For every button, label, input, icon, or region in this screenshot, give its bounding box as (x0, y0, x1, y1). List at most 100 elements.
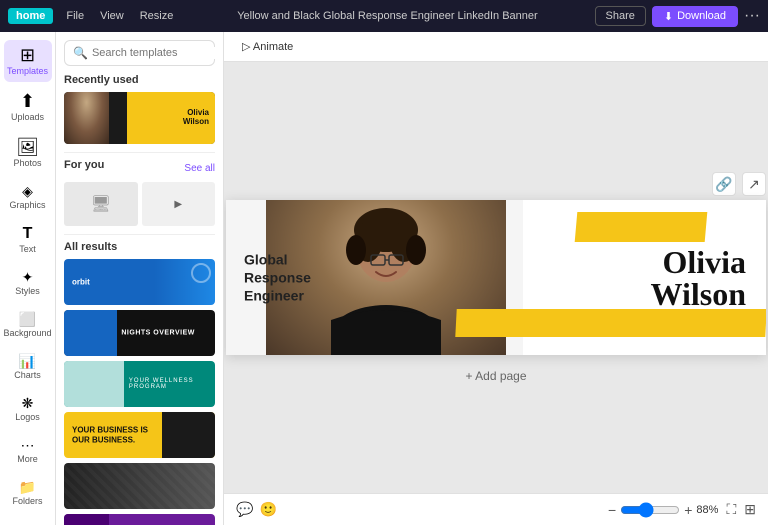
bottom-bar: 💬 🙂 − + 88% ⛶ ⊞ (224, 493, 768, 525)
canvas-wrapper: 🔗 ↗ (224, 62, 768, 525)
canvas-actions: 🔗 ↗ (712, 172, 766, 196)
sidebar-label-background: Background (3, 328, 51, 338)
banner-background: Global Response Engineer Olivia Wilson (226, 200, 766, 355)
graphics-icon: ◈ (22, 184, 33, 198)
text-icon: T (23, 226, 33, 242)
name-line2: Wilson (651, 278, 746, 310)
recently-used-thumb[interactable]: Olivia Wilson (64, 92, 215, 144)
template-item-2[interactable]: NIGHTS OVERVIEW (64, 310, 215, 356)
banner-yellow-top (575, 212, 708, 242)
for-you-section: For you See all 🖥 ▶ (64, 159, 215, 226)
sidebar-label-folders: Folders (12, 496, 42, 506)
uploads-icon: ⬆ (20, 92, 35, 110)
grid-icon[interactable]: ⊞ (744, 501, 756, 518)
logos-icon: ❋ (22, 396, 34, 410)
template-item-4[interactable]: YOUR BUSINESS ISOUR BUSINESS. (64, 412, 215, 458)
brand-home[interactable]: home (8, 8, 53, 24)
canvas-external-button[interactable]: ↗ (742, 172, 766, 196)
all-results-title: All results (64, 241, 215, 253)
person-svg (296, 200, 476, 355)
more-icon: ⋯ (21, 438, 35, 452)
sidebar-label-photos: Photos (13, 158, 41, 168)
canvas-toolbar: ▷ Animate (224, 32, 768, 62)
top-bar: home File View Resize Yellow and Black G… (0, 0, 768, 32)
for-you-item-1[interactable]: 🖥 (64, 182, 138, 226)
banner-title: Global Response Engineer (244, 250, 311, 305)
sidebar-label-graphics: Graphics (9, 200, 45, 210)
fullscreen-icon[interactable]: ⛶ (726, 501, 736, 518)
add-page-button[interactable]: + Add page (453, 365, 538, 387)
sidebar-label-styles: Styles (15, 286, 40, 296)
sidebar-label-templates: Templates (7, 66, 48, 76)
sidebar-label-charts: Charts (14, 370, 41, 380)
menu-view[interactable]: View (93, 8, 131, 24)
sidebar: ⊞ Templates ⬆ Uploads 🖼 Photos ◈ Graphic… (0, 32, 56, 525)
sidebar-label-more: More (17, 454, 38, 464)
templates-panel: 🔍 ⊟ Recently used Olivia Wilson For y (56, 32, 224, 525)
more-button[interactable]: ··· (744, 7, 760, 25)
zoom-in-button[interactable]: + (684, 502, 692, 518)
animate-icon: ▷ (242, 41, 250, 53)
sidebar-item-templates[interactable]: ⊞ Templates (4, 40, 52, 82)
sidebar-item-logos[interactable]: ❋ Logos (4, 390, 52, 428)
charts-icon: 📊 (19, 354, 36, 368)
canvas-container: 🔗 ↗ (226, 200, 766, 355)
styles-icon: ✦ (22, 270, 34, 284)
sidebar-item-charts[interactable]: 📊 Charts (4, 348, 52, 386)
photos-icon: 🖼 (16, 138, 39, 156)
banner-name: Olivia Wilson (651, 246, 746, 310)
search-input[interactable] (92, 47, 224, 59)
document-title: Yellow and Black Global Response Enginee… (186, 10, 588, 22)
download-button[interactable]: ⬇ Download (652, 6, 738, 27)
recently-used-title: Recently used (64, 74, 215, 86)
top-menu: File View Resize (59, 8, 180, 24)
recently-used-section: Recently used Olivia Wilson (64, 74, 215, 144)
emoji-icon[interactable]: 🙂 (259, 501, 276, 518)
linkedin-banner[interactable]: Global Response Engineer Olivia Wilson (226, 200, 766, 355)
template-item-6[interactable]: CHAMBELISHRIVASTAV (64, 514, 215, 525)
name-line1: Olivia (651, 246, 746, 278)
panel-divider-2 (64, 234, 215, 235)
sidebar-label-logos: Logos (15, 412, 40, 422)
search-bar[interactable]: 🔍 ⊟ (64, 40, 215, 66)
for-you-item-2[interactable]: ▶ (142, 182, 216, 226)
folders-icon: 📁 (19, 480, 36, 494)
sidebar-item-graphics[interactable]: ◈ Graphics (4, 178, 52, 216)
see-all-button[interactable]: See all (184, 163, 215, 174)
template-item-1[interactable]: orbit (64, 259, 215, 305)
sidebar-item-more[interactable]: ⋯ More (4, 432, 52, 470)
sidebar-item-photos[interactable]: 🖼 Photos (4, 132, 52, 174)
sidebar-item-folders[interactable]: 📁 Folders (4, 474, 52, 512)
menu-resize[interactable]: Resize (133, 8, 181, 24)
menu-file[interactable]: File (59, 8, 91, 24)
sidebar-item-styles[interactable]: ✦ Styles (4, 264, 52, 302)
banner-yellow-bottom (455, 309, 766, 337)
background-icon: ⬜ (19, 312, 36, 326)
download-icon: ⬇ (664, 10, 673, 23)
sidebar-label-uploads: Uploads (11, 112, 44, 122)
for-you-title: For you (64, 159, 104, 171)
comment-icon[interactable]: 💬 (236, 501, 253, 518)
panel-divider-1 (64, 152, 215, 153)
zoom-out-button[interactable]: − (608, 502, 616, 518)
share-button[interactable]: Share (595, 6, 646, 26)
template-item-3[interactable]: YOUR WELLNESS PROGRAM (64, 361, 215, 407)
sidebar-label-text: Text (19, 244, 36, 254)
sidebar-item-background[interactable]: ⬜ Background (4, 306, 52, 344)
animate-button[interactable]: ▷ Animate (236, 38, 299, 55)
canvas-area: ▷ Animate 🔗 ↗ (224, 32, 768, 525)
templates-icon: ⊞ (20, 46, 35, 64)
main-layout: ⊞ Templates ⬆ Uploads 🖼 Photos ◈ Graphic… (0, 32, 768, 525)
zoom-value: 88% (696, 504, 718, 516)
zoom-control: − + 88% (608, 502, 718, 518)
template-item-5[interactable] (64, 463, 215, 509)
canvas-link-button[interactable]: 🔗 (712, 172, 736, 196)
for-you-row: 🖥 ▶ (64, 182, 215, 226)
bottombar-right: − + 88% ⛶ ⊞ (608, 501, 756, 518)
zoom-slider[interactable] (620, 502, 680, 518)
sidebar-item-text[interactable]: T Text (4, 220, 52, 260)
search-icon: 🔍 (73, 46, 88, 60)
sidebar-item-uploads[interactable]: ⬆ Uploads (4, 86, 52, 128)
all-results-section: All results orbit NIGHTS OVERVIEW YOUR W… (64, 241, 215, 525)
bottombar-left: 💬 🙂 (236, 501, 277, 518)
